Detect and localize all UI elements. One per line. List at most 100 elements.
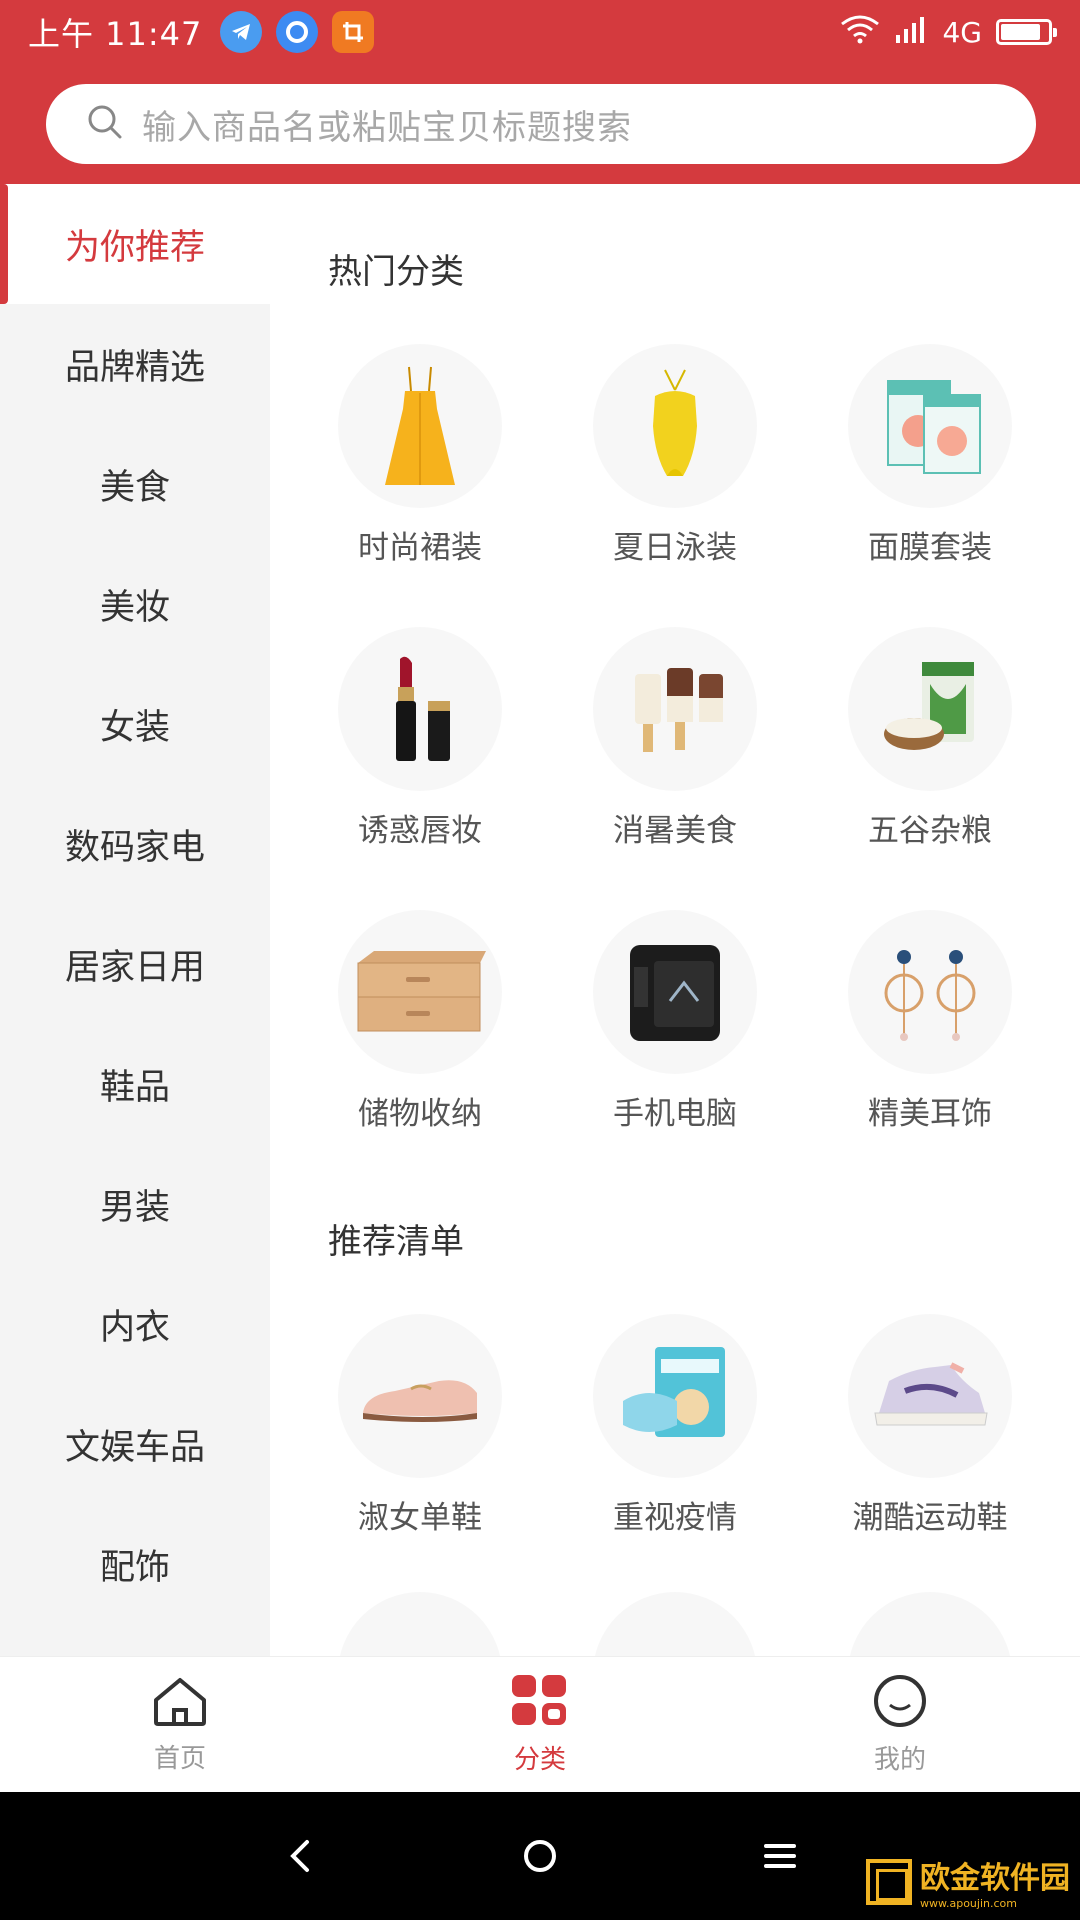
sidebar-item-label: 鞋品 [99,1067,170,1108]
category-tile-summer-food[interactable]: 消暑美食 [555,627,795,850]
category-content: 热门分类 时尚裙装 夏日泳装 面膜套装 诱惑唇妆 消暑美食 五谷杂粮 储物收纳 … [270,184,1080,1656]
face-mask-box-icon [848,344,1012,508]
phone-icon [593,910,757,1074]
category-tile-epidemic[interactable]: 重视疫情 [555,1314,795,1537]
battery-level [1001,24,1040,40]
sidebar-item-menswear[interactable]: 男装 [0,1144,270,1264]
earring-icon [848,910,1012,1074]
watermark-logo-icon [866,1858,912,1905]
category-tile-label: 储物收纳 [358,1096,482,1132]
sidebar-item-accessories[interactable]: 配饰 [0,1504,270,1624]
tab-label: 我的 [873,1745,926,1775]
sidebar-item-label: 为你推荐 [64,227,205,268]
category-tile-label: 五谷杂粮 [868,813,992,849]
home-circle-icon[interactable] [500,1816,580,1896]
battery-icon [996,19,1057,45]
tab-label: 首页 [153,1744,206,1774]
search-placeholder: 输入商品名或粘贴宝贝标题搜索 [142,107,632,148]
sidebar-item-underwear[interactable]: 内衣 [0,1264,270,1384]
bottom-tab-bar: 首页 分类 我的 [0,1656,1080,1792]
category-grid-icon [510,1673,570,1733]
category-sidebar: 为你推荐 品牌精选 美食 美妆 女装 数码家电 居家日用 鞋品 男装 内衣 文娱… [0,184,270,1656]
telegram-icon [220,11,263,53]
crop-icon [332,11,375,53]
sidebar-item-womenswear[interactable]: 女装 [0,664,270,784]
category-tile-label: 面膜套装 [868,530,992,566]
sidebar-item-label: 文娱车品 [64,1427,205,1468]
swimsuit-icon [593,344,757,508]
section-title-recommend-list: 推荐清单 [328,1222,464,1262]
sidebar-item-label: 居家日用 [64,947,205,988]
medical-mask-icon [593,1314,757,1478]
sidebar-item-label: 数码家电 [64,827,205,868]
sidebar-item-entertainment-auto[interactable]: 文娱车品 [0,1384,270,1504]
sidebar-item-electronics[interactable]: 数码家电 [0,784,270,904]
home-icon [150,1674,210,1732]
sidebar-item-brands[interactable]: 品牌精选 [0,304,270,424]
category-tile-earrings[interactable]: 精美耳饰 [810,910,1050,1133]
category-tile-dresses[interactable]: 时尚裙装 [300,344,540,567]
sidebar-item-label: 男装 [99,1187,170,1228]
sidebar-item-label: 女装 [99,707,170,748]
tab-label: 分类 [513,1745,566,1775]
sidebar-item-label: 美妆 [99,587,170,628]
app-header: 上午 11:47 4G 输入商品名或粘贴宝贝标题搜索 [0,0,1080,184]
sidebar-item-label: 配饰 [99,1547,170,1588]
sneaker-icon [848,1314,1012,1478]
sidebar-item-food[interactable]: 美食 [0,424,270,544]
category-tile-phones[interactable]: 手机电脑 [555,910,795,1133]
watermark-url: www.apoujin.com [920,1897,1017,1910]
sidebar-item-recommend[interactable]: 为你推荐 [0,184,270,304]
category-tile-label: 手机电脑 [613,1096,737,1132]
category-tile-label: 夏日泳装 [613,530,737,566]
lipstick-icon [338,627,502,791]
sidebar-item-household[interactable]: 居家日用 [0,904,270,1024]
tab-category[interactable]: 分类 [360,1657,720,1792]
category-tile-label: 重视疫情 [613,1500,737,1536]
wifi-icon [840,14,880,51]
category-tile-label: 潮酷运动鞋 [852,1500,1008,1536]
category-tile-label: 消暑美食 [613,813,737,849]
status-indicators: 4G [840,14,1057,51]
tab-profile[interactable]: 我的 [720,1657,1080,1792]
back-icon[interactable] [260,1816,340,1896]
category-tile-partial[interactable] [810,1592,1050,1656]
category-tile-storage[interactable]: 储物收纳 [300,910,540,1133]
category-tile-label: 时尚裙装 [358,530,482,566]
status-bar: 上午 11:47 4G [0,0,1080,64]
watermark-text: 欧金软件园 [920,1861,1070,1896]
network-type: 4G [942,15,982,49]
profile-smile-icon [870,1673,930,1733]
category-tile-partial[interactable] [300,1592,540,1656]
drawer-box-icon [338,910,502,1074]
category-tile-partial[interactable] [555,1592,795,1656]
search-input[interactable]: 输入商品名或粘贴宝贝标题搜索 [46,84,1036,164]
search-icon [86,103,124,145]
menu-icon[interactable] [740,1816,820,1896]
status-app-icons [220,11,375,53]
sidebar-item-shoes[interactable]: 鞋品 [0,1024,270,1144]
dress-icon [338,344,502,508]
category-tile-grains[interactable]: 五谷杂粮 [810,627,1050,850]
status-time: 上午 11:47 [28,15,203,53]
tab-home[interactable]: 首页 [0,1657,360,1792]
category-tile-ladies-shoes[interactable]: 淑女单鞋 [300,1314,540,1537]
sidebar-item-label: 品牌精选 [64,347,205,388]
loafer-icon [338,1314,502,1478]
category-tile-label: 诱惑唇妆 [358,813,482,849]
category-tile-swimwear[interactable]: 夏日泳装 [555,344,795,567]
sidebar-item-beauty[interactable]: 美妆 [0,544,270,664]
section-title-hot: 热门分类 [328,252,464,292]
category-tile-label: 精美耳饰 [868,1096,992,1132]
category-tile-label: 淑女单鞋 [358,1500,482,1536]
category-tile-sneakers[interactable]: 潮酷运动鞋 [810,1314,1050,1537]
snack-box-icon [338,1592,502,1656]
plaid-shirt-icon [593,1592,757,1656]
category-tile-lipstick[interactable]: 诱惑唇妆 [300,627,540,850]
sidebar-item-label: 内衣 [99,1307,170,1348]
circle-app-icon [276,11,319,53]
watermark: 欧金软件园 www.apoujin.com [866,1853,1070,1910]
pot-icon [848,1592,1012,1656]
sidebar-item-label: 美食 [99,467,170,508]
category-tile-face-masks[interactable]: 面膜套装 [810,344,1050,567]
